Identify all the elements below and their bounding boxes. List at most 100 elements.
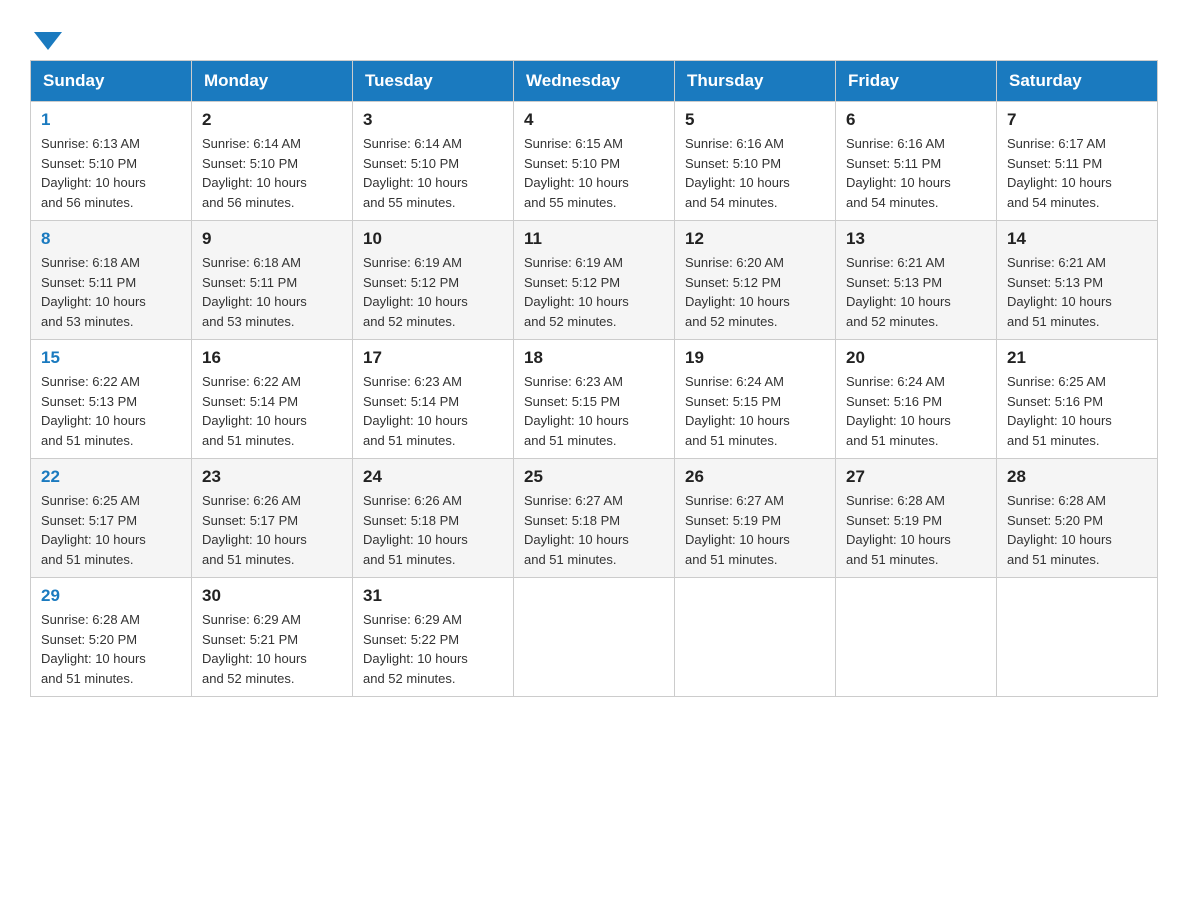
day-number: 11 [524,229,664,249]
weekday-header-sunday: Sunday [31,61,192,102]
day-info: Sunrise: 6:14 AMSunset: 5:10 PMDaylight:… [363,134,503,212]
day-info: Sunrise: 6:18 AMSunset: 5:11 PMDaylight:… [202,253,342,331]
day-info: Sunrise: 6:27 AMSunset: 5:18 PMDaylight:… [524,491,664,569]
calendar-day [997,578,1158,697]
calendar-day: 10 Sunrise: 6:19 AMSunset: 5:12 PMDayligh… [353,221,514,340]
calendar-day: 3Sunrise: 6:14 AMSunset: 5:10 PMDaylight… [353,102,514,221]
calendar-day: 24 Sunrise: 6:26 AMSunset: 5:18 PMDayligh… [353,459,514,578]
calendar-day [675,578,836,697]
calendar-day: 20 Sunrise: 6:24 AMSunset: 5:16 PMDayligh… [836,340,997,459]
day-number: 17 [363,348,503,368]
day-number: 6 [846,110,986,130]
day-info: Sunrise: 6:16 AMSunset: 5:10 PMDaylight:… [685,134,825,212]
day-number: 16 [202,348,342,368]
calendar-day: 13Sunrise: 6:21 AMSunset: 5:13 PMDayligh… [836,221,997,340]
day-info: Sunrise: 6:29 AMSunset: 5:21 PMDaylight:… [202,610,342,688]
day-number: 18 [524,348,664,368]
weekday-header-thursday: Thursday [675,61,836,102]
calendar-day: 25 Sunrise: 6:27 AMSunset: 5:18 PMDayligh… [514,459,675,578]
calendar-day: 19 Sunrise: 6:24 AMSunset: 5:15 PMDayligh… [675,340,836,459]
weekday-header-tuesday: Tuesday [353,61,514,102]
calendar-day: 7 Sunrise: 6:17 AMSunset: 5:11 PMDaylight… [997,102,1158,221]
day-number: 19 [685,348,825,368]
day-number: 20 [846,348,986,368]
weekday-header-wednesday: Wednesday [514,61,675,102]
day-info: Sunrise: 6:20 AMSunset: 5:12 PMDaylight:… [685,253,825,331]
day-number: 13 [846,229,986,249]
day-info: Sunrise: 6:23 AMSunset: 5:14 PMDaylight:… [363,372,503,450]
day-number: 7 [1007,110,1147,130]
calendar-day: 12 Sunrise: 6:20 AMSunset: 5:12 PMDayligh… [675,221,836,340]
day-number: 14 [1007,229,1147,249]
day-info: Sunrise: 6:26 AMSunset: 5:18 PMDaylight:… [363,491,503,569]
calendar-day: 5 Sunrise: 6:16 AMSunset: 5:10 PMDaylight… [675,102,836,221]
day-info: Sunrise: 6:14 AMSunset: 5:10 PMDaylight:… [202,134,342,212]
day-info: Sunrise: 6:22 AMSunset: 5:13 PMDaylight:… [41,372,181,450]
day-info: Sunrise: 6:25 AMSunset: 5:17 PMDaylight:… [41,491,181,569]
day-number: 12 [685,229,825,249]
calendar-week-3: 15 Sunrise: 6:22 AMSunset: 5:13 PMDayligh… [31,340,1158,459]
logo-blue-text [30,30,62,50]
calendar-day: 9 Sunrise: 6:18 AMSunset: 5:11 PMDaylight… [192,221,353,340]
calendar-day: 22 Sunrise: 6:25 AMSunset: 5:17 PMDayligh… [31,459,192,578]
day-number: 2 [202,110,342,130]
day-number: 22 [41,467,181,487]
calendar-week-5: 29 Sunrise: 6:28 AMSunset: 5:20 PMDayligh… [31,578,1158,697]
day-info: Sunrise: 6:24 AMSunset: 5:16 PMDaylight:… [846,372,986,450]
weekday-header-saturday: Saturday [997,61,1158,102]
day-number: 26 [685,467,825,487]
day-number: 10 [363,229,503,249]
day-info: Sunrise: 6:27 AMSunset: 5:19 PMDaylight:… [685,491,825,569]
day-number: 24 [363,467,503,487]
calendar-day: 26 Sunrise: 6:27 AMSunset: 5:19 PMDayligh… [675,459,836,578]
day-number: 1 [41,110,181,130]
day-number: 15 [41,348,181,368]
day-info: Sunrise: 6:28 AMSunset: 5:20 PMDaylight:… [41,610,181,688]
day-info: Sunrise: 6:22 AMSunset: 5:14 PMDaylight:… [202,372,342,450]
day-info: Sunrise: 6:17 AMSunset: 5:11 PMDaylight:… [1007,134,1147,212]
day-number: 5 [685,110,825,130]
calendar-day: 23Sunrise: 6:26 AMSunset: 5:17 PMDayligh… [192,459,353,578]
day-info: Sunrise: 6:23 AMSunset: 5:15 PMDaylight:… [524,372,664,450]
day-number: 29 [41,586,181,606]
day-number: 23 [202,467,342,487]
calendar-week-4: 22 Sunrise: 6:25 AMSunset: 5:17 PMDayligh… [31,459,1158,578]
calendar-day: 4 Sunrise: 6:15 AMSunset: 5:10 PMDaylight… [514,102,675,221]
calendar-day [514,578,675,697]
weekday-header-row: SundayMondayTuesdayWednesdayThursdayFrid… [31,61,1158,102]
calendar-day: 30 Sunrise: 6:29 AMSunset: 5:21 PMDayligh… [192,578,353,697]
logo-triangle-icon [34,32,62,50]
day-number: 8 [41,229,181,249]
weekday-header-monday: Monday [192,61,353,102]
day-number: 30 [202,586,342,606]
day-info: Sunrise: 6:25 AMSunset: 5:16 PMDaylight:… [1007,372,1147,450]
day-info: Sunrise: 6:15 AMSunset: 5:10 PMDaylight:… [524,134,664,212]
calendar-week-2: 8 Sunrise: 6:18 AMSunset: 5:11 PMDaylight… [31,221,1158,340]
day-number: 31 [363,586,503,606]
weekday-header-friday: Friday [836,61,997,102]
day-number: 27 [846,467,986,487]
calendar-day: 8 Sunrise: 6:18 AMSunset: 5:11 PMDaylight… [31,221,192,340]
calendar-day: 14Sunrise: 6:21 AMSunset: 5:13 PMDayligh… [997,221,1158,340]
day-info: Sunrise: 6:19 AMSunset: 5:12 PMDaylight:… [363,253,503,331]
logo [30,30,62,50]
day-info: Sunrise: 6:19 AMSunset: 5:12 PMDaylight:… [524,253,664,331]
calendar-day: 28Sunrise: 6:28 AMSunset: 5:20 PMDayligh… [997,459,1158,578]
calendar-day: 31Sunrise: 6:29 AMSunset: 5:22 PMDayligh… [353,578,514,697]
calendar-week-1: 1Sunrise: 6:13 AMSunset: 5:10 PMDaylight… [31,102,1158,221]
day-info: Sunrise: 6:24 AMSunset: 5:15 PMDaylight:… [685,372,825,450]
day-number: 28 [1007,467,1147,487]
calendar-day: 29 Sunrise: 6:28 AMSunset: 5:20 PMDayligh… [31,578,192,697]
calendar-day: 1Sunrise: 6:13 AMSunset: 5:10 PMDaylight… [31,102,192,221]
page-header [30,20,1158,50]
day-number: 9 [202,229,342,249]
day-number: 25 [524,467,664,487]
calendar-day: 11 Sunrise: 6:19 AMSunset: 5:12 PMDayligh… [514,221,675,340]
day-number: 4 [524,110,664,130]
calendar-table: SundayMondayTuesdayWednesdayThursdayFrid… [30,60,1158,697]
day-info: Sunrise: 6:18 AMSunset: 5:11 PMDaylight:… [41,253,181,331]
calendar-day: 21Sunrise: 6:25 AMSunset: 5:16 PMDayligh… [997,340,1158,459]
calendar-day [836,578,997,697]
calendar-day: 16 Sunrise: 6:22 AMSunset: 5:14 PMDayligh… [192,340,353,459]
calendar-day: 2 Sunrise: 6:14 AMSunset: 5:10 PMDaylight… [192,102,353,221]
